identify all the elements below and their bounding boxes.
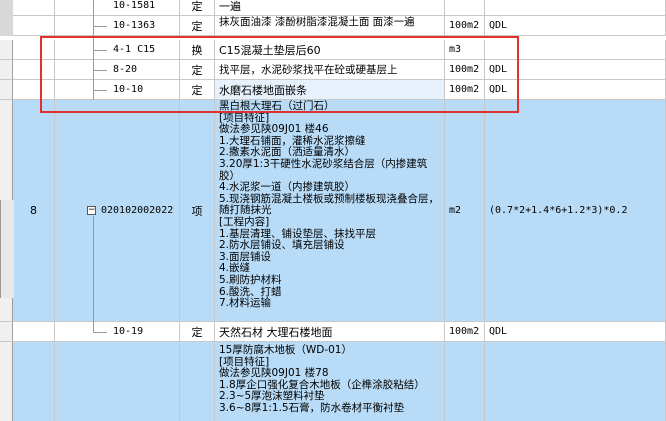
row-type: 项 — [180, 100, 215, 322]
tree-connector — [93, 332, 107, 333]
table-row-item[interactable]: 8 020102002022 项 黑白根大理石（过门石） [项目特征] 做法参见… — [0, 100, 666, 322]
row-desc: 天然石材 大理石楼地面 — [215, 322, 445, 342]
row-unit: 100m2 — [445, 16, 485, 36]
row-index: 8 — [13, 100, 55, 322]
tree-connector — [93, 26, 107, 27]
row-note: QDL — [485, 80, 666, 100]
row-unit: m2 — [445, 100, 485, 322]
row-code: 10-1363 — [55, 16, 180, 36]
left-gutter — [0, 0, 13, 36]
row-note: QDL — [485, 16, 666, 36]
quantity-formula: (0.7*2+1.4*6+1.2*3)*0.2 — [485, 100, 666, 322]
item-code: 020102002022 — [55, 100, 180, 322]
row-code: 10-1581 — [55, 0, 180, 16]
collapse-icon[interactable]: − — [87, 206, 96, 215]
row-type: 定 — [180, 322, 215, 342]
row-desc: 找平层，水泥砂浆找平在砼或硬基层上 — [215, 60, 445, 80]
row-type: 定 — [180, 16, 215, 36]
row-code: 10-10 — [55, 80, 180, 100]
row-code: 4-1 C15 — [55, 40, 180, 60]
tree-connector — [93, 216, 94, 332]
quantity-grid: 10-1581 定 一遍 10-1363 定 抹灰面油漆 漆酚树脂漆混凝土面 面… — [0, 0, 666, 421]
item-description: 黑白根大理石（过门石） [项目特征] 做法参见陕09J01 楼46 1.大理石铺… — [215, 100, 445, 322]
row-type: 换 — [180, 40, 215, 60]
row-code: 10-19 — [55, 322, 180, 342]
row-desc: C15混凝土垫层后60 — [215, 40, 445, 60]
table-row[interactable]: 10-1581 定 一遍 — [0, 0, 666, 16]
tree-connector — [93, 90, 107, 91]
row-unit: 100m2 — [445, 322, 485, 342]
table-row-item[interactable]: 15厚防腐木地板（WD-01） [项目特征] 做法参见陕09J01 楼78 1.… — [0, 342, 666, 421]
row-unit: m3 — [445, 40, 485, 60]
row-desc: 一遍 — [215, 0, 445, 16]
row-desc[interactable]: 水磨石楼地面嵌条 — [215, 80, 445, 100]
row-desc: 抹灰面油漆 漆酚树脂漆混凝土面 面漆一遍 — [215, 16, 445, 36]
item-description: 15厚防腐木地板（WD-01） [项目特征] 做法参见陕09J01 楼78 1.… — [215, 342, 445, 421]
row-type: 定 — [180, 80, 215, 100]
row-type: 定 — [180, 60, 215, 80]
tree-connector — [93, 70, 107, 71]
row-note: QDL — [485, 322, 666, 342]
row-type: 定 — [180, 0, 215, 16]
row-unit: 100m2 — [445, 60, 485, 80]
scroll-indicator[interactable] — [0, 200, 14, 298]
row-unit: 100m2 — [445, 80, 485, 100]
row-note: QDL — [485, 60, 666, 80]
row-code: 8-20 — [55, 60, 180, 80]
tree-connector — [93, 50, 107, 51]
